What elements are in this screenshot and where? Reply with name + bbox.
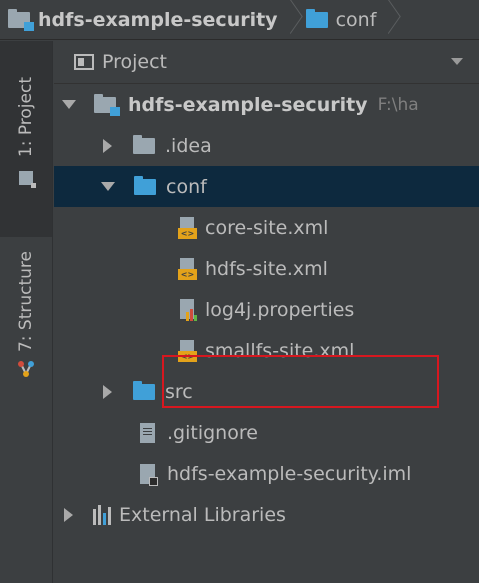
tree-item-iml[interactable]: hdfs-example-security.iml [54, 453, 479, 494]
tree-item-conf[interactable]: conf [54, 166, 479, 207]
xml-file-icon: <> [178, 216, 197, 239]
tab-structure-label: 7: Structure [16, 251, 36, 353]
project-panel: Project hdfs-example-security F:\ha .ide… [54, 41, 479, 583]
tab-project[interactable]: 1: Project [0, 41, 52, 237]
expand-arrow-icon[interactable] [101, 182, 115, 191]
tree-item-external-libraries[interactable]: External Libraries [54, 494, 479, 535]
module-folder-icon [94, 93, 120, 116]
project-window-icon [19, 171, 36, 189]
tree-item-file[interactable]: log4j.properties [54, 289, 479, 330]
text-file-icon [140, 422, 155, 443]
breadcrumb-project[interactable]: hdfs-example-security [0, 0, 284, 40]
module-folder-icon [8, 8, 34, 31]
structure-icon [17, 360, 35, 378]
tree-item-label: External Libraries [119, 503, 286, 526]
folder-icon [305, 8, 328, 28]
collapse-arrow-icon[interactable] [103, 384, 112, 399]
breadcrumb-separator [284, 0, 298, 40]
tree-item-label: .gitignore [167, 421, 258, 444]
xml-file-icon: <> [178, 257, 197, 280]
project-panel-header[interactable]: Project [54, 41, 479, 84]
tree-item-label: .idea [165, 134, 212, 157]
collapse-arrow-icon[interactable] [64, 507, 73, 522]
tree-item-label: conf [166, 175, 207, 198]
tree-item-label: log4j.properties [205, 298, 355, 321]
expand-arrow-icon[interactable] [62, 100, 76, 109]
tool-window-strip: 1: Project 7: Structure [0, 41, 53, 583]
chevron-down-icon[interactable] [451, 58, 463, 65]
tree-item-label: hdfs-example-security [128, 93, 368, 116]
tree-item-gitignore[interactable]: .gitignore [54, 412, 479, 453]
properties-file-icon [178, 298, 197, 321]
tab-structure[interactable]: 7: Structure [0, 251, 52, 411]
tree-item-file[interactable]: <> core-site.xml [54, 207, 479, 248]
breadcrumb: hdfs-example-security conf [0, 0, 479, 40]
folder-icon [133, 380, 155, 400]
project-panel-title: Project [102, 51, 168, 73]
tree-item-path: F:\ha [377, 94, 419, 115]
tree-item-label: hdfs-site.xml [205, 257, 328, 280]
tab-project-label: 1: Project [16, 77, 36, 158]
breadcrumb-folder[interactable]: conf [298, 0, 383, 40]
tree-item-root[interactable]: hdfs-example-security F:\ha [54, 84, 479, 125]
folder-icon [133, 134, 155, 154]
library-icon [93, 504, 111, 525]
breadcrumb-project-label: hdfs-example-security [38, 8, 278, 31]
breadcrumb-folder-label: conf [335, 8, 377, 31]
breadcrumb-separator [382, 0, 396, 40]
collapse-arrow-icon[interactable] [103, 138, 112, 153]
tree-item-label: hdfs-example-security.iml [167, 462, 412, 485]
tree-item-file[interactable]: <> hdfs-site.xml [54, 248, 479, 289]
project-view-icon [74, 54, 94, 70]
module-file-icon [140, 463, 158, 486]
ide-window: hdfs-example-security conf 1: Project 7:… [0, 0, 479, 583]
folder-icon [134, 175, 156, 195]
highlight-box [162, 355, 439, 408]
tree-item-idea[interactable]: .idea [54, 125, 479, 166]
tree-item-label: core-site.xml [205, 216, 329, 239]
